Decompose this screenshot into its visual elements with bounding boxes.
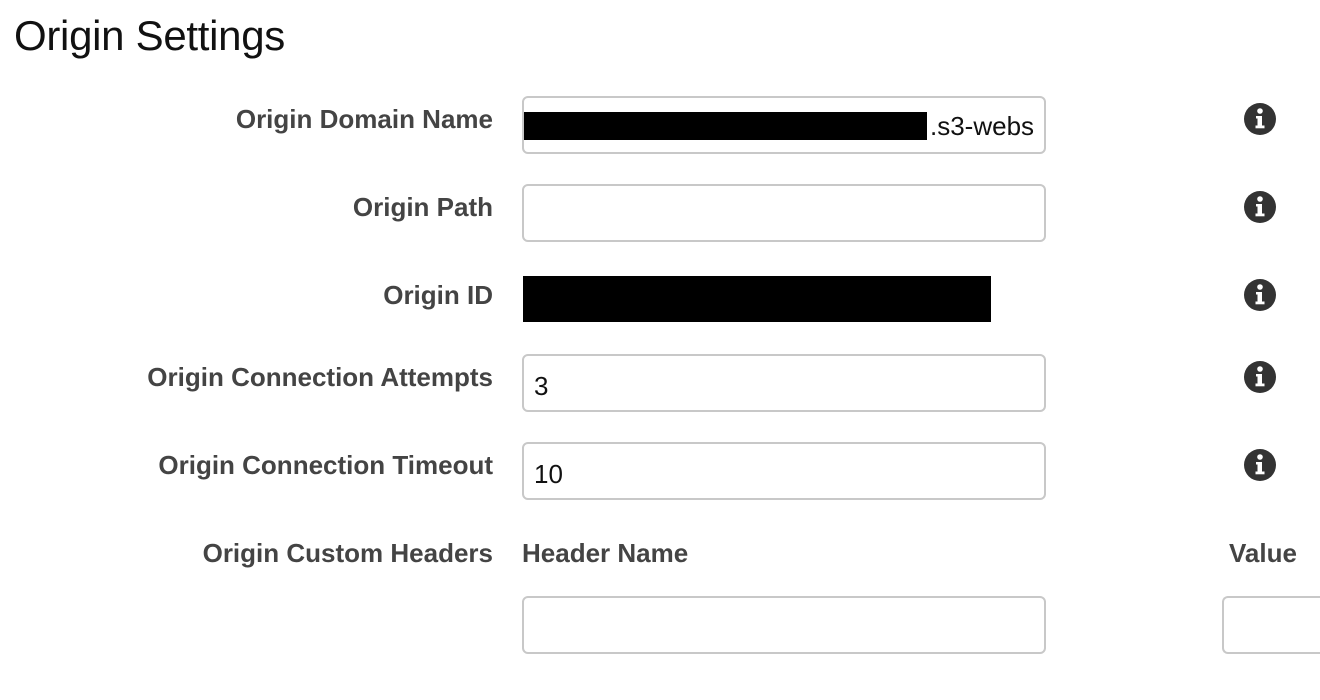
origin-path-input[interactable]	[522, 184, 1046, 242]
section-title: Origin Settings	[14, 12, 285, 59]
origin-custom-headers-label: Origin Custom Headers	[202, 538, 493, 568]
origin-connection-timeout-input[interactable]	[522, 442, 1046, 500]
header-name-column-header: Header Name	[522, 538, 689, 568]
origin-id-redacted-value	[523, 276, 991, 322]
origin-connection-attempts-label: Origin Connection Attempts	[147, 362, 493, 392]
info-icon[interactable]	[1243, 190, 1277, 224]
origin-connection-timeout-label: Origin Connection Timeout	[158, 450, 493, 480]
header-value-input[interactable]	[1222, 596, 1320, 654]
origin-path-label: Origin Path	[352, 192, 493, 222]
origin-domain-name-label: Origin Domain Name	[235, 104, 493, 134]
origin-settings-page: Origin Settings Origin Domain Name .s3-w…	[0, 0, 1320, 700]
origin-id-label: Origin ID	[383, 280, 493, 310]
value-column-header: Value	[1229, 538, 1297, 568]
redacted-block	[524, 112, 927, 140]
origin-domain-name-value: .s3-webs	[930, 111, 1035, 141]
info-icon[interactable]	[1243, 360, 1277, 394]
info-icon[interactable]	[1243, 448, 1277, 482]
origin-connection-attempts-input[interactable]	[522, 354, 1046, 412]
origin-domain-name-input[interactable]: .s3-webs	[522, 96, 1046, 154]
info-icon[interactable]	[1243, 102, 1277, 136]
header-name-input[interactable]	[522, 596, 1046, 654]
info-icon[interactable]	[1243, 278, 1277, 312]
